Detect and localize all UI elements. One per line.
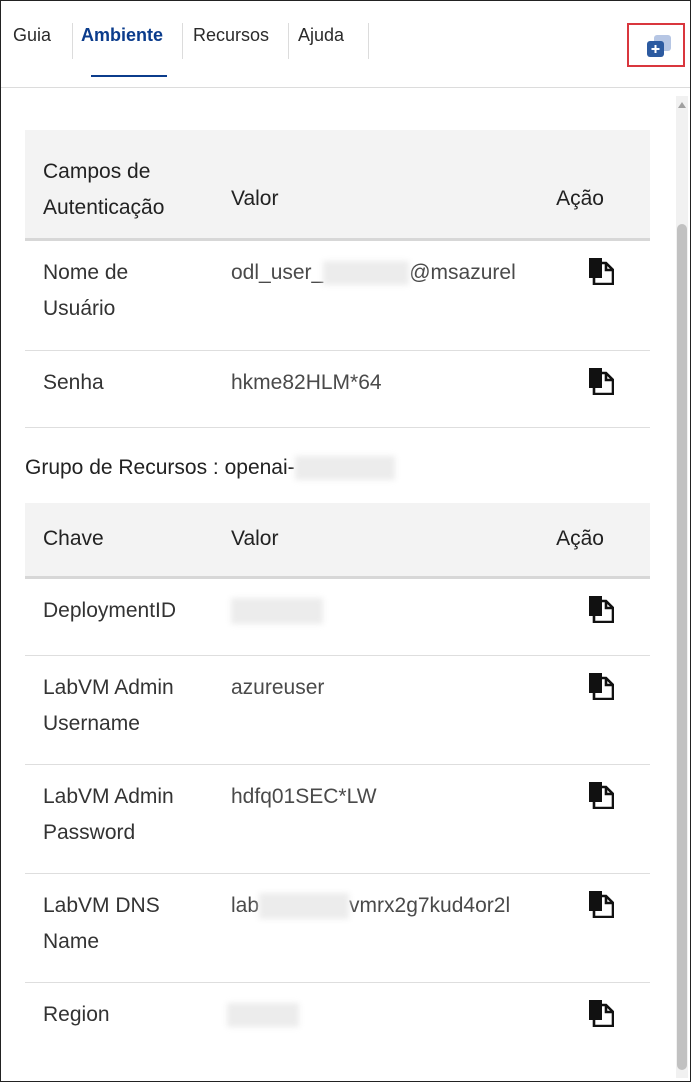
copy-icon[interactable] [588, 999, 615, 1027]
vertical-scrollbar[interactable] [676, 96, 688, 1078]
tab-bar: Guia Ambiente Recursos Ajuda [1, 1, 690, 88]
row-key-deploymentid: DeploymentID [25, 577, 213, 656]
resource-keys-table: Chave Valor Ação DeploymentID LabVM Admi… [25, 503, 650, 1062]
open-extension-button[interactable] [627, 23, 685, 67]
row-key-username: Nome de Usuário [25, 239, 213, 351]
table-row: LabVM Admin Username azureuser [25, 655, 650, 765]
tab-label: Ambiente [81, 25, 164, 45]
column-header-action: Ação [556, 503, 650, 579]
header-field-text: Campos de Autenticação [43, 160, 165, 219]
redacted-text [323, 260, 410, 285]
tab-ambiente[interactable]: Ambiente [73, 15, 183, 61]
copy-icon[interactable] [588, 257, 615, 285]
value-text: @msazurel [409, 260, 516, 284]
redacted-text [227, 1002, 299, 1027]
row-action [556, 764, 650, 874]
row-value-deploymentid [213, 577, 557, 656]
column-header-key: Chave [25, 503, 213, 579]
value-text: odl_user_ [231, 260, 324, 284]
redacted-text [259, 892, 350, 919]
value-text: vmrx2g7kud4or2l [349, 893, 511, 917]
open-extension-icon [647, 35, 671, 57]
auth-credentials-table: Campos de Autenticação Valor Ação Nome d… [25, 130, 650, 428]
value-text: lab [231, 893, 260, 917]
column-header-field: Campos de Autenticação [25, 130, 213, 241]
table-header-row: Campos de Autenticação Valor Ação [25, 130, 650, 241]
tab-label: Recursos [193, 25, 270, 45]
copy-icon[interactable] [588, 595, 615, 623]
key-text: LabVM Admin Username [43, 675, 174, 735]
column-header-value: Valor [213, 130, 557, 241]
column-header-value: Valor [213, 503, 557, 579]
key-text: LabVM DNS Name [43, 893, 160, 953]
scrollbar-thumb[interactable] [677, 224, 687, 1070]
copy-icon[interactable] [588, 890, 615, 918]
table-row: Nome de Usuário odl_user_ @msazurel [25, 239, 650, 351]
tab-label: Ajuda [298, 25, 345, 45]
table-header-row: Chave Valor Ação [25, 503, 650, 579]
resource-group-label: Grupo de Recursos : openai- [25, 456, 295, 479]
environment-content: Campos de Autenticação Valor Ação Nome d… [1, 88, 675, 1081]
copy-icon[interactable] [588, 367, 615, 395]
row-key-dns-name: LabVM DNS Name [25, 873, 213, 983]
table-row: LabVM Admin Password hdfq01SEC*LW [25, 764, 650, 874]
resource-group-title: Grupo de Recursos : openai- [25, 456, 395, 481]
scroll-up-arrow-icon[interactable] [678, 102, 686, 108]
tab-ajuda[interactable]: Ajuda [289, 15, 369, 61]
row-value-admin-password: hdfq01SEC*LW [213, 764, 557, 874]
redacted-text [294, 456, 395, 481]
row-value-dns-name: lab vmrx2g7kud4or2l [213, 873, 557, 983]
column-header-action: Ação [556, 130, 650, 241]
tab-label: Guia [13, 25, 52, 45]
table-row: Region [25, 982, 650, 1062]
row-value-password: hkme82HLM*64 [213, 350, 557, 428]
redacted-text [231, 597, 323, 624]
row-key-region: Region [43, 1002, 110, 1026]
active-tab-indicator [91, 75, 167, 77]
key-text: Nome de Usuário [43, 260, 129, 320]
row-value-admin-username: azureuser [213, 655, 557, 765]
row-key-admin-password: LabVM Admin Password [25, 764, 213, 874]
row-value-region [213, 982, 556, 1062]
table-row: DeploymentID [25, 577, 650, 656]
key-text: LabVM Admin Password [43, 784, 174, 844]
table-row: LabVM DNS Name lab vmrx2g7kud4or2l [25, 873, 650, 983]
tab-recursos[interactable]: Recursos [183, 15, 289, 61]
row-action [556, 577, 650, 656]
row-action [556, 239, 650, 351]
row-action [556, 982, 650, 1062]
row-value-username: odl_user_ @msazurel [213, 239, 557, 351]
lab-details-panel: Guia Ambiente Recursos Ajuda Campos de A… [0, 0, 691, 1082]
tab-guia[interactable]: Guia [1, 15, 73, 61]
row-key-admin-username: LabVM Admin Username [25, 655, 213, 765]
row-key-password: Senha [25, 350, 213, 428]
table-row: Senha hkme82HLM*64 [25, 350, 650, 428]
copy-icon[interactable] [588, 672, 615, 700]
row-action [556, 350, 650, 428]
row-action [556, 873, 650, 983]
row-action [556, 655, 650, 765]
copy-icon[interactable] [588, 781, 615, 809]
